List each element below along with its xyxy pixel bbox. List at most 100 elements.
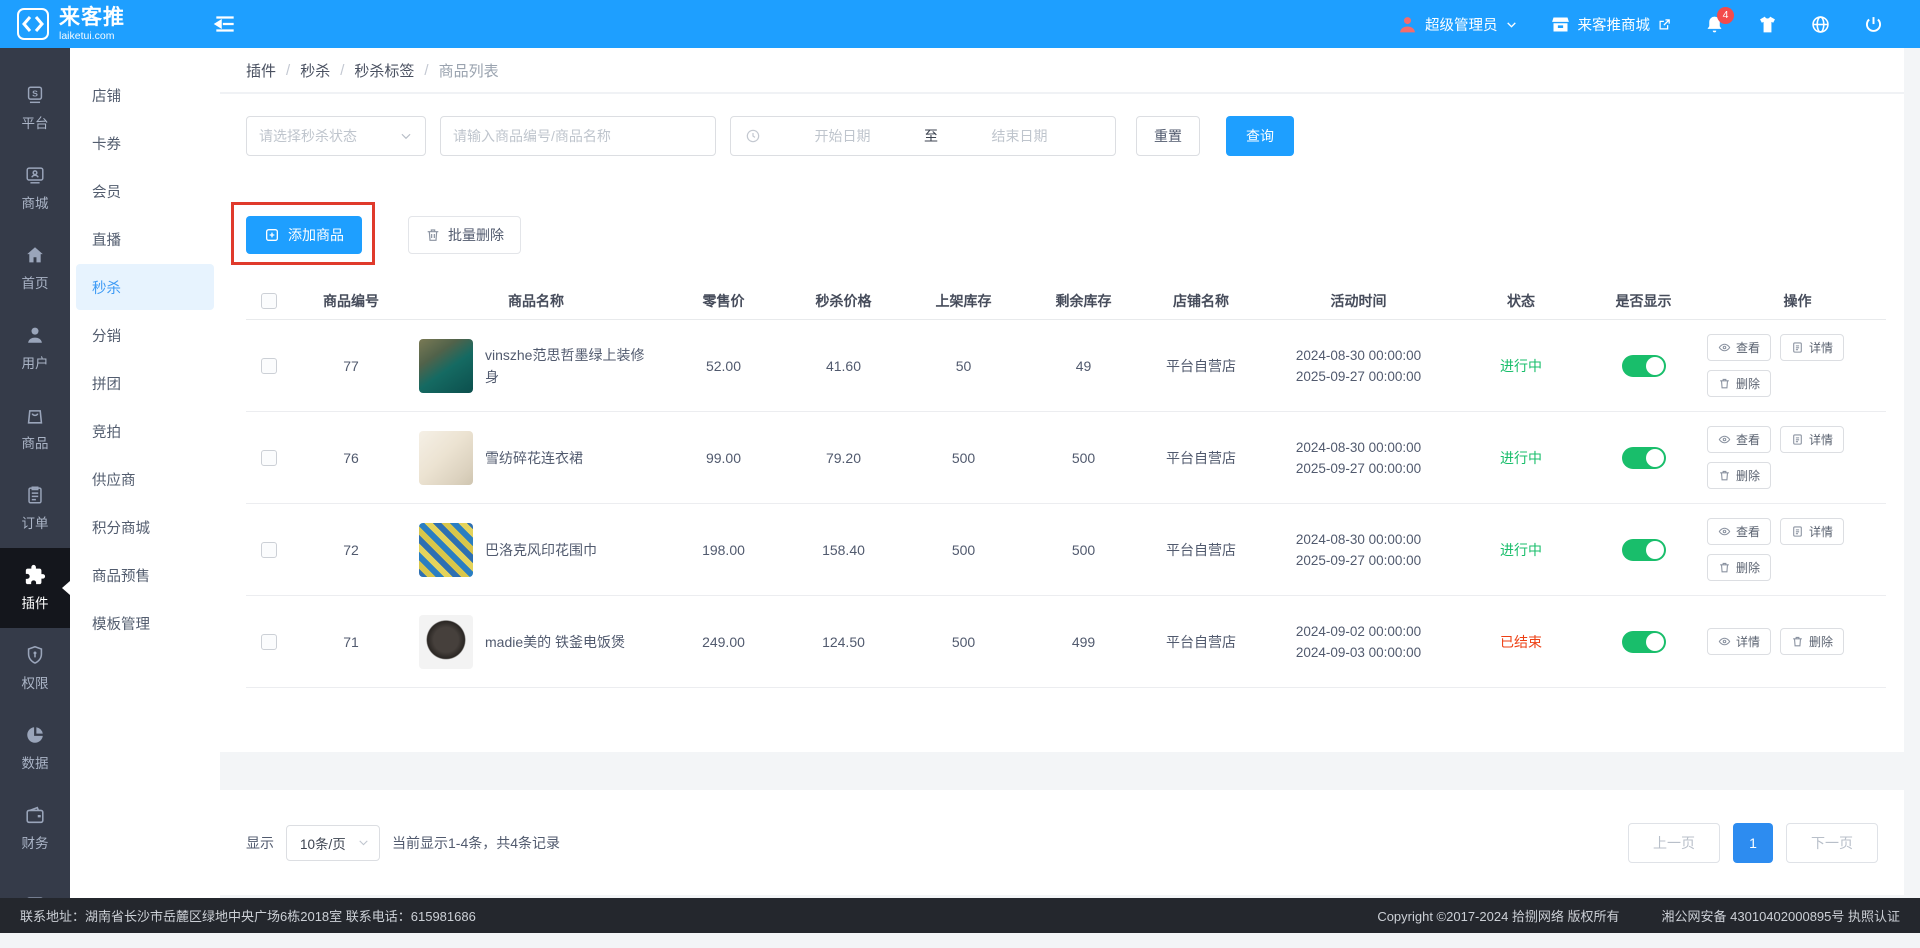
collapse-menu-icon[interactable]: [212, 11, 238, 37]
logout-power-icon[interactable]: [1863, 14, 1884, 35]
visible-toggle[interactable]: [1622, 631, 1666, 653]
row-actions: 详情 删除: [1701, 618, 1894, 665]
row-checkbox[interactable]: [261, 358, 277, 374]
date-range-picker[interactable]: 开始日期 至 结束日期: [730, 116, 1116, 156]
platform-s-icon: S: [24, 84, 46, 106]
breadcrumb: 插件 / 秒杀 / 秒杀标签 / 商品列表: [220, 48, 1904, 94]
brand-logo[interactable]: 来客推 laiketui.com: [0, 7, 210, 42]
current-page-button[interactable]: 1: [1733, 823, 1773, 863]
eye-icon: [1718, 341, 1731, 354]
status-badge: 进行中: [1456, 356, 1586, 376]
user-menu[interactable]: 超级管理员: [1397, 14, 1518, 35]
sidebar-item-presale[interactable]: 商品预售: [76, 552, 214, 598]
sidebar-item-distribution[interactable]: 分销: [76, 312, 214, 358]
sidebar-item-coupons[interactable]: 卡券: [76, 120, 214, 166]
product-name: madie美的 铁釜电饭煲: [485, 631, 651, 653]
search-button[interactable]: 查询: [1226, 116, 1294, 156]
breadcrumb-seckill[interactable]: 秒杀: [300, 60, 330, 81]
row-checkbox[interactable]: [261, 450, 277, 466]
status-badge: 进行中: [1456, 448, 1586, 468]
store-name: 平台自营店: [1141, 448, 1261, 468]
rail-item-mall[interactable]: 商城: [0, 148, 70, 228]
breadcrumb-plugins[interactable]: 插件: [246, 60, 276, 81]
delete-button[interactable]: 删除: [1707, 370, 1771, 397]
eye-icon: [1718, 433, 1731, 446]
store-name: 平台自营店: [1141, 540, 1261, 560]
rail-item-goods[interactable]: 商品: [0, 388, 70, 468]
rail-item-plugins[interactable]: 插件: [0, 548, 70, 628]
detail-button[interactable]: 详情: [1780, 426, 1844, 453]
view-button[interactable]: 查看: [1707, 334, 1771, 361]
visible-toggle[interactable]: [1622, 355, 1666, 377]
puzzle-icon: [24, 564, 46, 586]
row-actions: 查看 详情 删除: [1701, 508, 1894, 591]
page-size-select[interactable]: 10条/页: [286, 825, 380, 861]
filter-bar: 请选择秒杀状态 请输入商品编号/商品名称 开始日期 至 结束日期 重置 查询: [220, 94, 1904, 156]
notifications-button[interactable]: 4: [1704, 14, 1725, 35]
eye-icon: [1718, 635, 1731, 648]
visible-toggle[interactable]: [1622, 539, 1666, 561]
batch-delete-button[interactable]: 批量删除: [408, 216, 521, 254]
delete-button[interactable]: 删除: [1707, 554, 1771, 581]
main-content: 插件 / 秒杀 / 秒杀标签 / 商品列表 请选择秒杀状态 请输入商品编号/商品…: [220, 48, 1920, 898]
rail-item-home[interactable]: 首页: [0, 228, 70, 308]
sidebar-item-store[interactable]: 店铺: [76, 72, 214, 118]
storefront-icon: [1550, 14, 1571, 35]
mall-link[interactable]: 来客推商城: [1550, 14, 1673, 35]
trash-icon: [1718, 377, 1731, 390]
next-page-button[interactable]: 下一页: [1786, 823, 1878, 863]
row-checkbox[interactable]: [261, 634, 277, 650]
product-name: 巴洛克风印花围巾: [485, 539, 651, 561]
sidebar-item-points-mall[interactable]: 积分商城: [76, 504, 214, 550]
select-all-checkbox[interactable]: [261, 293, 277, 309]
rail-item-orders[interactable]: 订单: [0, 468, 70, 548]
sidebar-item-groupbuy[interactable]: 拼团: [76, 360, 214, 406]
seckill-price: 79.20: [786, 450, 901, 466]
theme-tshirt-icon[interactable]: [1757, 14, 1778, 35]
rail-item-data[interactable]: 数据: [0, 708, 70, 788]
product-name: 雪纺碎花连衣裙: [485, 447, 651, 469]
product-image: [419, 339, 473, 393]
user-icon: [24, 324, 46, 346]
rail-item-users[interactable]: 用户: [0, 308, 70, 388]
sidebar-item-seckill[interactable]: 秒杀: [76, 264, 214, 310]
view-button[interactable]: 查看: [1707, 426, 1771, 453]
display-label: 显示: [246, 833, 274, 853]
detail-button[interactable]: 详情: [1707, 628, 1771, 655]
top-header: 来客推 laiketui.com 超级管理员 来客推商城: [0, 0, 1920, 48]
trash-icon: [1791, 635, 1804, 648]
sidebar-item-supplier[interactable]: 供应商: [76, 456, 214, 502]
delete-button[interactable]: 删除: [1707, 462, 1771, 489]
table-row: 77 vinszhe范思哲墨绿上装修身 52.00 41.60 50 49 平台…: [246, 320, 1886, 412]
product-image: [419, 431, 473, 485]
footer-icp: 湘公网安备 43010402000895号 执照认证: [1662, 906, 1900, 925]
prev-page-button[interactable]: 上一页: [1628, 823, 1720, 863]
keyword-input[interactable]: 请输入商品编号/商品名称: [440, 116, 716, 156]
product-image: [419, 523, 473, 577]
toolbar: 添加商品 批量删除: [220, 216, 1904, 254]
visible-toggle[interactable]: [1622, 447, 1666, 469]
retail-price: 198.00: [661, 542, 786, 558]
sidebar-item-templates[interactable]: 模板管理: [76, 600, 214, 646]
delete-button[interactable]: 删除: [1780, 628, 1844, 655]
add-product-button[interactable]: 添加商品: [246, 216, 362, 254]
detail-button[interactable]: 详情: [1780, 334, 1844, 361]
language-globe-icon[interactable]: [1810, 14, 1831, 35]
seckill-price: 158.40: [786, 542, 901, 558]
rail-item-permissions[interactable]: 权限: [0, 628, 70, 708]
status-select[interactable]: 请选择秒杀状态: [246, 116, 426, 156]
sidebar-item-auction[interactable]: 竞拍: [76, 408, 214, 454]
brand-subtitle: laiketui.com: [59, 31, 125, 42]
document-icon: [1791, 341, 1804, 354]
rail-item-finance[interactable]: 财务: [0, 788, 70, 868]
reset-button[interactable]: 重置: [1136, 116, 1200, 156]
view-button[interactable]: 查看: [1707, 518, 1771, 545]
row-checkbox[interactable]: [261, 542, 277, 558]
sidebar-item-members[interactable]: 会员: [76, 168, 214, 214]
detail-button[interactable]: 详情: [1780, 518, 1844, 545]
sidebar-item-live[interactable]: 直播: [76, 216, 214, 262]
rail-item-platform[interactable]: S 平台: [0, 68, 70, 148]
breadcrumb-seckill-tags[interactable]: 秒杀标签: [354, 60, 414, 81]
listed-stock: 500: [901, 450, 1026, 466]
table-header-row: 商品编号 商品名称 零售价 秒杀价格 上架库存 剩余库存 店铺名称 活动时间 状…: [246, 282, 1886, 320]
